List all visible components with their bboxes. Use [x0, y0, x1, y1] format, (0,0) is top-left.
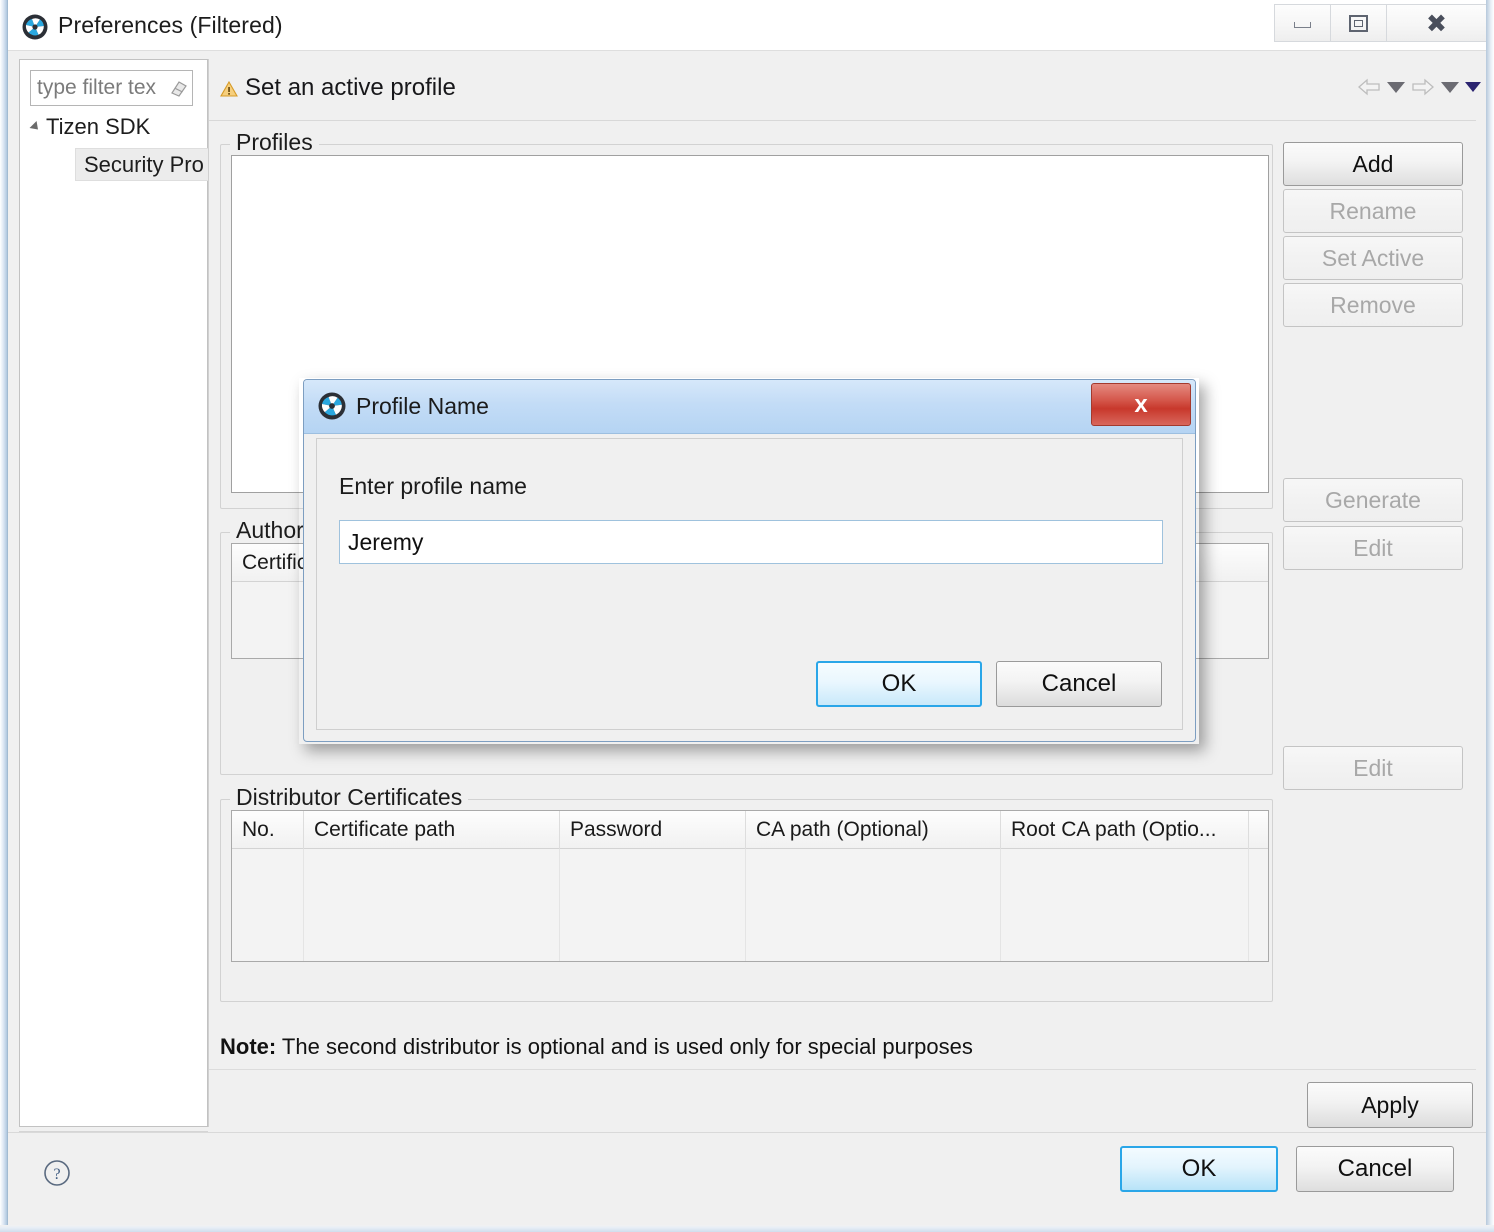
table-body	[232, 849, 1268, 961]
dialog-close-button[interactable]: x	[1091, 383, 1191, 426]
close-icon: x	[1134, 390, 1148, 418]
note-text: Note: The second distributor is optional…	[220, 1034, 1260, 1060]
distributor-certificates-table[interactable]: No. Certificate path Password CA path (O…	[231, 810, 1269, 962]
maximize-icon	[1349, 14, 1368, 32]
cancel-button[interactable]: Cancel	[1296, 1146, 1454, 1192]
chevron-down-icon	[29, 120, 42, 134]
close-icon: ✖	[1426, 8, 1447, 38]
author-edit-button[interactable]: Edit	[1283, 526, 1463, 570]
tizen-logo-icon	[318, 392, 346, 420]
column-header-ca-path[interactable]: CA path (Optional)	[746, 810, 1001, 849]
column-header-root-ca-path[interactable]: Root CA path (Optio...	[1001, 810, 1249, 849]
chevron-down-icon[interactable]	[1387, 81, 1405, 93]
search-input-value: type filter tex	[37, 76, 157, 99]
maximize-button[interactable]	[1330, 4, 1387, 42]
window-border-bottom	[0, 1225, 1494, 1232]
add-button[interactable]: Add	[1283, 142, 1463, 186]
column-header-no[interactable]: No.	[232, 810, 304, 849]
chevron-down-icon[interactable]	[1441, 81, 1459, 93]
note-prefix: Note:	[220, 1034, 277, 1059]
arrow-left-icon[interactable]	[1357, 77, 1381, 97]
preferences-window: Preferences (Filtered) ✖ type filter tex	[0, 0, 1494, 1232]
column-header-password[interactable]: Password	[560, 810, 746, 849]
table-header-row: No. Certificate path Password CA path (O…	[232, 810, 1268, 849]
warning-icon	[220, 81, 238, 97]
search-input[interactable]: type filter tex	[30, 70, 193, 106]
page-title: Set an active profile	[245, 74, 456, 101]
author-group-label: Author	[230, 517, 310, 544]
chevron-down-icon[interactable]	[1465, 82, 1481, 92]
title-bar: Preferences (Filtered) ✖	[8, 0, 1486, 50]
dialog-title: Profile Name	[356, 393, 489, 419]
note-body: The second distributor is optional and i…	[276, 1034, 973, 1059]
dialog-title-bar: Profile Name x	[304, 380, 1195, 434]
tizen-logo-icon	[22, 14, 48, 40]
window-border-right	[1486, 0, 1494, 1232]
distributor-certificates-group: Distributor Certificates No. Certificate…	[220, 784, 1273, 1002]
help-icon[interactable]: ?	[42, 1158, 72, 1188]
sidebar-item-label: Security Pro	[84, 151, 204, 177]
preferences-tree-panel: type filter tex Tizen SDK Security Pro	[19, 59, 225, 1127]
close-button[interactable]: ✖	[1386, 4, 1486, 42]
profile-name-dialog: Profile Name x Enter profile name Jeremy…	[303, 379, 1196, 742]
sidebar-item-tizen-sdk[interactable]: Tizen SDK	[29, 114, 151, 140]
remove-button[interactable]: Remove	[1283, 283, 1463, 327]
profiles-group-label: Profiles	[230, 129, 319, 156]
dialog-content: Enter profile name Jeremy OK Cancel	[316, 438, 1183, 730]
window-border-left	[0, 0, 8, 1232]
rename-button[interactable]: Rename	[1283, 189, 1463, 233]
svg-text:?: ?	[53, 1166, 60, 1183]
profile-name-label: Enter profile name	[339, 473, 527, 499]
page-header: Set an active profile	[209, 59, 1481, 121]
divider	[209, 1069, 1476, 1070]
dialog-ok-button[interactable]: OK	[816, 661, 982, 707]
minimize-icon	[1294, 22, 1311, 28]
ok-button[interactable]: OK	[1120, 1146, 1278, 1192]
dialog-cancel-button[interactable]: Cancel	[996, 661, 1162, 707]
arrow-right-icon[interactable]	[1411, 77, 1435, 97]
minimize-button[interactable]	[1274, 4, 1331, 42]
distributor-group-label: Distributor Certificates	[230, 784, 469, 811]
profile-name-input[interactable]: Jeremy	[339, 520, 1163, 564]
distributor-edit-button[interactable]: Edit	[1283, 746, 1463, 790]
apply-button[interactable]: Apply	[1307, 1082, 1473, 1128]
set-active-button[interactable]: Set Active	[1283, 236, 1463, 280]
page-navigation	[1357, 77, 1481, 97]
profile-name-value: Jeremy	[348, 528, 424, 555]
generate-button[interactable]: Generate	[1283, 478, 1463, 522]
sidebar-item-security-profiles[interactable]: Security Pro	[75, 148, 225, 181]
window-title: Preferences (Filtered)	[58, 12, 283, 38]
sidebar-item-label: Tizen SDK	[46, 114, 151, 139]
eraser-icon[interactable]	[169, 78, 189, 98]
dialog-footer: ? OK Cancel	[8, 1132, 1486, 1217]
column-header-certificate-path[interactable]: Certificate path	[304, 810, 560, 849]
